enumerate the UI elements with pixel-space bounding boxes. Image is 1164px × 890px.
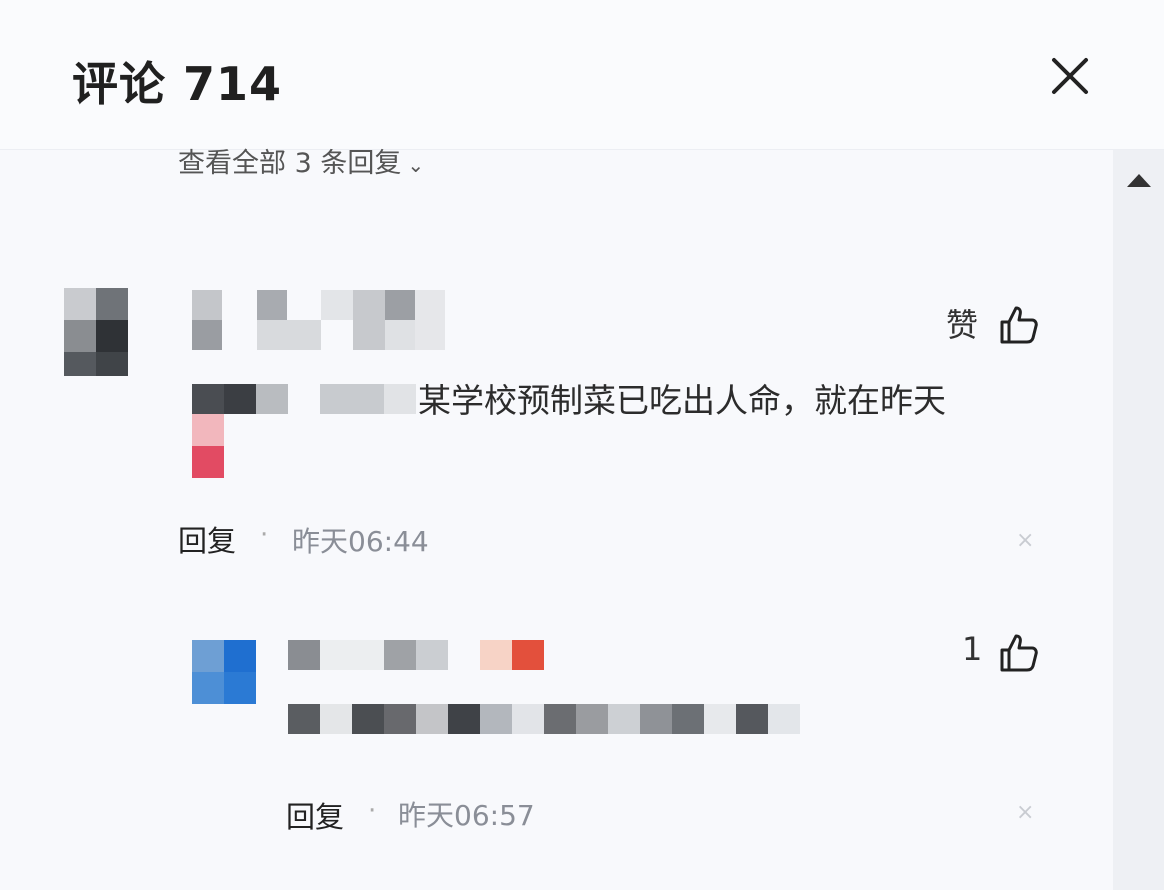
panel-title: 评论 714: [72, 57, 283, 111]
reply-button[interactable]: 回复: [178, 518, 236, 560]
separator-dot: ·: [260, 520, 269, 550]
scrollbar[interactable]: [1113, 150, 1164, 890]
thumbs-up-icon: [1000, 634, 1038, 672]
comments-panel: 评论 714 查看全部 3 条回复 ⌄ 某学校预制菜已吃出人命，就在昨天 赞 回…: [0, 0, 1164, 890]
reply-button[interactable]: 回复: [286, 794, 344, 836]
view-all-replies-label: 查看全部 3 条回复: [178, 148, 402, 179]
comment-time: 昨天06:44: [292, 525, 429, 558]
view-all-replies-link[interactable]: 查看全部 3 条回复 ⌄: [178, 141, 424, 180]
thumbs-up-icon: [1000, 306, 1038, 344]
delete-icon[interactable]: ×: [1016, 528, 1034, 553]
like-count: 1: [962, 630, 983, 668]
like-button[interactable]: [998, 304, 1040, 346]
close-icon: [1052, 58, 1088, 94]
panel-header: 评论 714: [0, 0, 1164, 150]
scroll-up-arrow-icon[interactable]: [1127, 174, 1151, 187]
delete-icon[interactable]: ×: [1016, 800, 1034, 825]
close-button[interactable]: [1046, 52, 1094, 100]
like-label[interactable]: 赞: [946, 300, 978, 346]
separator-dot: ·: [368, 796, 377, 826]
comment-text: 某学校预制菜已吃出人命，就在昨天: [418, 381, 946, 420]
comment-time: 昨天06:57: [398, 799, 535, 832]
like-button[interactable]: [998, 632, 1040, 674]
chevron-down-icon: ⌄: [407, 153, 425, 177]
